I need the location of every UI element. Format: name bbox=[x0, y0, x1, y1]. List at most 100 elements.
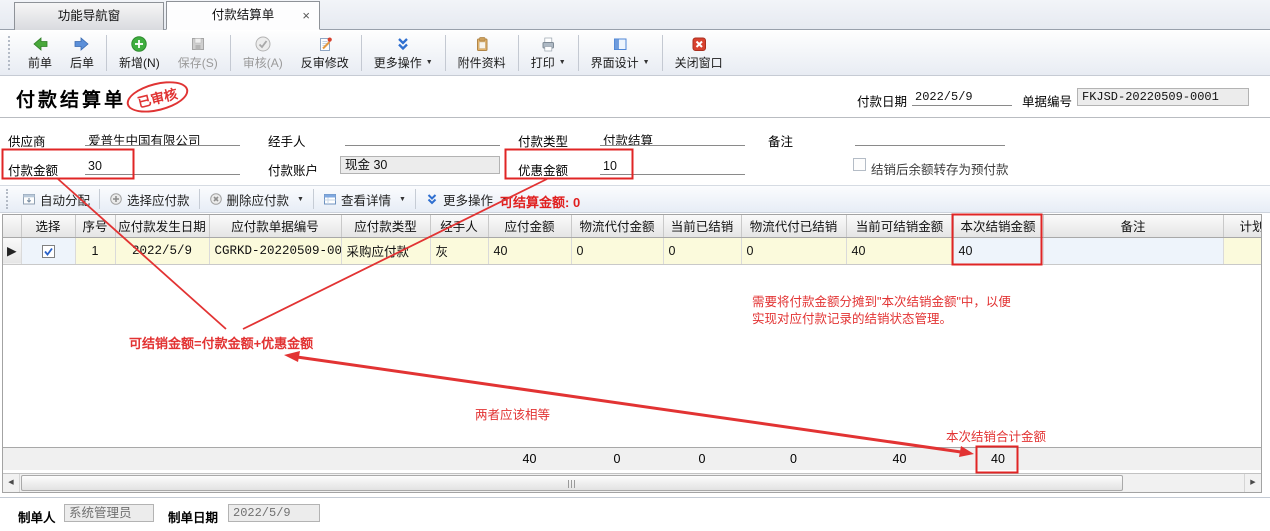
col-payable-doc-no[interactable]: 应付款单据编号 bbox=[209, 215, 341, 237]
col-payable-type[interactable]: 应付款类型 bbox=[341, 215, 430, 237]
toolbar-drag-handle[interactable] bbox=[8, 36, 12, 70]
prev-doc-button[interactable]: 前单 bbox=[19, 32, 61, 74]
supplier-label: 供应商 bbox=[8, 131, 46, 150]
supplier-field[interactable]: 爱普生中国有限公司 bbox=[85, 128, 240, 146]
pay-amount-label: 付款金额 bbox=[8, 160, 58, 179]
annotation-note-line2: 实现对应付款记录的结销状态管理。 bbox=[752, 308, 952, 327]
doc-no-label: 单据编号 bbox=[1022, 91, 1072, 110]
pay-account-label: 付款账户 bbox=[268, 160, 318, 179]
scroll-right-icon[interactable]: ▶ bbox=[1244, 474, 1261, 492]
cell-handler[interactable]: 灰 bbox=[430, 237, 488, 264]
printer-icon bbox=[539, 35, 557, 53]
add-button[interactable]: 新增(N) bbox=[110, 32, 169, 74]
maker-date-field: 2022/5/9 bbox=[228, 504, 320, 522]
window-layout-icon bbox=[611, 35, 629, 53]
horizontal-scrollbar[interactable]: ◀ ▶ bbox=[3, 473, 1261, 492]
col-settleable-amount[interactable]: 当前可结销金额 bbox=[846, 215, 953, 237]
col-plan-date[interactable]: 计划结算日期 bbox=[1223, 215, 1262, 237]
pay-type-field[interactable]: 付款结算 bbox=[600, 128, 745, 146]
row-select-cell[interactable] bbox=[21, 237, 75, 264]
settleable-amount-text: 可结算金额: 0 bbox=[500, 192, 580, 211]
tab-function-nav[interactable]: 功能导航窗 bbox=[14, 2, 164, 30]
total-settleable-amount: 40 bbox=[846, 447, 953, 470]
cell-remark[interactable] bbox=[1043, 237, 1223, 264]
table-row[interactable]: ▶ 1 2022/5/9 CGRKD-20220509-0003 采购应付款 灰… bbox=[3, 237, 1262, 264]
col-logistics-amount[interactable]: 物流代付金额 bbox=[571, 215, 663, 237]
pay-type-label: 付款类型 bbox=[518, 131, 568, 150]
next-doc-button[interactable]: 后单 bbox=[61, 32, 103, 74]
cell-payable-amount[interactable]: 40 bbox=[488, 237, 571, 264]
total-logistics-settled: 0 bbox=[741, 447, 846, 470]
total-logistics-amount: 0 bbox=[571, 447, 663, 470]
col-payable-date[interactable]: 应付款发生日期 bbox=[115, 215, 209, 237]
select-payable-button[interactable]: 选择应付款 bbox=[102, 187, 197, 211]
cell-settleable-amount[interactable]: 40 bbox=[846, 237, 953, 264]
annotation-equal-note: 两者应该相等 bbox=[475, 404, 550, 423]
handler-field[interactable] bbox=[345, 128, 500, 146]
payables-grid: 选择 序号 应付款发生日期 应付款单据编号 应付款类型 经手人 应付金额 物流代… bbox=[2, 214, 1262, 493]
cell-payable-date[interactable]: 2022/5/9 bbox=[115, 237, 209, 264]
reverse-audit-button[interactable]: 反审修改 bbox=[292, 32, 358, 74]
more-actions-button[interactable]: 更多操作▼ bbox=[365, 32, 442, 74]
tab-payment-settlement[interactable]: 付款结算单 × bbox=[166, 1, 320, 30]
detail-table-icon bbox=[323, 192, 337, 206]
cell-settled[interactable]: 0 bbox=[663, 237, 741, 264]
annotation-total-note: 本次结销合计金额 bbox=[946, 426, 1046, 445]
cell-payable-doc-no[interactable]: CGRKD-20220509-0003 bbox=[209, 237, 341, 264]
pay-account-field: 现金 30 bbox=[340, 156, 500, 174]
dropdown-caret-icon: ▼ bbox=[559, 59, 566, 66]
col-logistics-settled[interactable]: 物流代付已结销 bbox=[741, 215, 846, 237]
scrollbar-thumb[interactable] bbox=[21, 475, 1123, 491]
maker-date-label: 制单日期 bbox=[168, 507, 218, 526]
col-handler[interactable]: 经手人 bbox=[430, 215, 488, 237]
cell-logistics-amount[interactable]: 0 bbox=[571, 237, 663, 264]
cell-seq[interactable]: 1 bbox=[75, 237, 115, 264]
delete-payable-button[interactable]: 删除应付款 ▼ bbox=[202, 187, 311, 211]
col-seq[interactable]: 序号 bbox=[75, 215, 115, 237]
cell-logistics-settled[interactable]: 0 bbox=[741, 237, 846, 264]
toolbar-separator bbox=[415, 189, 416, 209]
transfer-prepay-checkbox[interactable] bbox=[853, 158, 866, 171]
cell-plan-date[interactable] bbox=[1223, 237, 1262, 264]
auto-assign-button[interactable]: 自动分配 bbox=[15, 187, 97, 211]
close-window-button[interactable]: 关闭窗口 bbox=[666, 32, 732, 74]
remark-field[interactable] bbox=[855, 128, 1005, 146]
grid-empty-area bbox=[3, 264, 1262, 447]
tab-close-icon[interactable]: × bbox=[302, 2, 310, 29]
scrollbar-grip bbox=[568, 480, 577, 488]
divider bbox=[0, 497, 1270, 498]
cell-payable-type[interactable]: 采购应付款 bbox=[341, 237, 430, 264]
print-button[interactable]: 打印▼ bbox=[522, 32, 575, 74]
ui-design-button[interactable]: 界面设计▼ bbox=[582, 32, 659, 74]
remark-label: 备注 bbox=[768, 131, 793, 150]
col-select[interactable]: 选择 bbox=[21, 215, 75, 237]
plus-circle-gray-icon bbox=[109, 192, 123, 206]
col-payable-amount[interactable]: 应付金额 bbox=[488, 215, 571, 237]
scroll-left-icon[interactable]: ◀ bbox=[3, 474, 20, 492]
pay-date-field[interactable]: 2022/5/9 bbox=[912, 88, 1012, 106]
col-this-settle-amount[interactable]: 本次结销金额 bbox=[953, 215, 1043, 237]
clipboard-icon bbox=[473, 35, 491, 53]
col-remark[interactable]: 备注 bbox=[1043, 215, 1223, 237]
pay-amount-field[interactable]: 30 bbox=[85, 157, 240, 175]
handler-label: 经手人 bbox=[268, 131, 306, 150]
floppy-disk-icon bbox=[189, 35, 207, 53]
view-detail-button[interactable]: 查看详情 ▼ bbox=[316, 187, 413, 211]
grid-toolbar-drag-handle[interactable] bbox=[6, 189, 10, 209]
grid-toolbar: 自动分配 选择应付款 删除应付款 ▼ 查看详情 ▼ 更多操作 ▼ 可结算金额: … bbox=[0, 185, 1270, 213]
discount-label: 优惠金额 bbox=[518, 160, 568, 179]
close-x-icon bbox=[690, 35, 708, 53]
col-settled[interactable]: 当前已结销 bbox=[663, 215, 741, 237]
audited-stamp: 已审核 bbox=[124, 76, 191, 118]
maker-field: 系统管理员 bbox=[64, 504, 154, 522]
maker-label: 制单人 bbox=[18, 507, 56, 526]
discount-field[interactable]: 10 bbox=[600, 157, 745, 175]
double-chevron-down-icon bbox=[394, 35, 412, 53]
cell-this-settle-amount[interactable]: 40 bbox=[953, 237, 1043, 264]
attachments-button[interactable]: 附件资料 bbox=[449, 32, 515, 74]
toolbar-separator bbox=[578, 35, 579, 71]
checked-checkbox-icon[interactable] bbox=[42, 245, 55, 258]
double-chevron-down-icon bbox=[425, 192, 439, 206]
dropdown-caret-icon: ▼ bbox=[426, 59, 433, 66]
toolbar-separator bbox=[518, 35, 519, 71]
